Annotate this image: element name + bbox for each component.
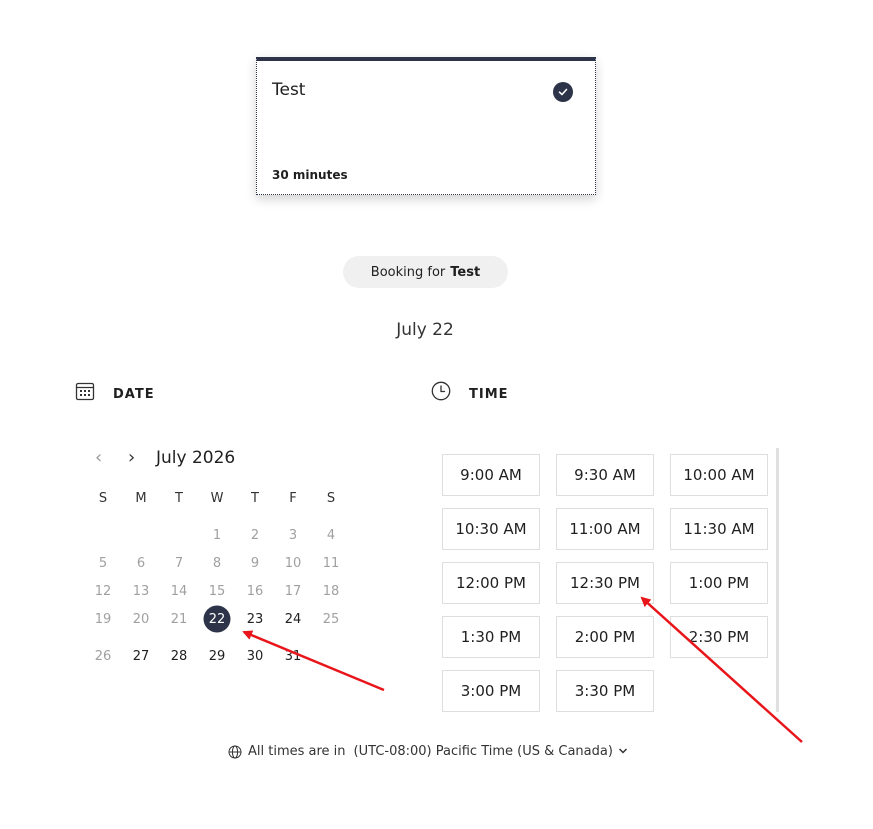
calendar-day: 13 bbox=[132, 583, 150, 599]
calendar-day: 21 bbox=[170, 611, 188, 627]
time-slot-button[interactable]: 9:00 AM bbox=[442, 454, 540, 496]
weekday-header: S bbox=[326, 490, 336, 506]
calendar-day: 26 bbox=[94, 648, 112, 664]
calendar-day: 12 bbox=[94, 583, 112, 599]
calendar-day: 16 bbox=[246, 583, 264, 599]
time-slot-button[interactable]: 1:30 PM bbox=[442, 616, 540, 658]
time-slot-button[interactable]: 1:00 PM bbox=[670, 562, 768, 604]
calendar-day: 15 bbox=[208, 583, 226, 599]
time-section-label: TIME bbox=[469, 387, 509, 402]
calendar-day: 25 bbox=[322, 611, 340, 627]
service-card[interactable]: Test 30 minutes bbox=[256, 57, 596, 195]
calendar-day[interactable]: 31 bbox=[277, 642, 309, 670]
calendar-day: 4 bbox=[326, 527, 336, 543]
weekday-header: S bbox=[98, 490, 108, 506]
service-title: Test bbox=[272, 80, 306, 100]
time-slot-button[interactable]: 11:30 AM bbox=[670, 508, 768, 550]
date-section-label: DATE bbox=[113, 387, 155, 402]
chevron-down-icon bbox=[618, 745, 628, 758]
time-slot-button[interactable]: 12:00 PM bbox=[442, 562, 540, 604]
calendar-day[interactable]: 29 bbox=[201, 642, 233, 670]
next-month-button[interactable]: › bbox=[128, 447, 135, 468]
weekday-header: T bbox=[251, 490, 259, 506]
booking-for-badge: Booking for Test bbox=[343, 256, 508, 288]
time-slot-button[interactable]: 12:30 PM bbox=[556, 562, 654, 604]
calendar-day: 11 bbox=[322, 555, 340, 571]
calendar-day: 10 bbox=[284, 555, 302, 571]
weekday-header: F bbox=[289, 490, 297, 506]
time-slot-button[interactable]: 10:30 AM bbox=[442, 508, 540, 550]
prev-month-button[interactable]: ‹ bbox=[95, 447, 102, 468]
calendar-day: 5 bbox=[98, 555, 108, 571]
calendar-day[interactable]: 28 bbox=[163, 642, 195, 670]
calendar-day[interactable]: 27 bbox=[125, 642, 157, 670]
month-title: July 2026 bbox=[156, 448, 236, 468]
calendar-day[interactable]: 23 bbox=[239, 605, 271, 633]
calendar-icon bbox=[75, 381, 97, 403]
time-slot-button[interactable]: 3:00 PM bbox=[442, 670, 540, 712]
booking-prefix: Booking for bbox=[370, 264, 446, 280]
weekday-header: M bbox=[135, 490, 147, 506]
time-slot-button[interactable]: 3:30 PM bbox=[556, 670, 654, 712]
calendar-day: 17 bbox=[284, 583, 302, 599]
calendar-day[interactable]: 30 bbox=[239, 642, 271, 670]
calendar-day: 19 bbox=[94, 611, 112, 627]
calendar-day: 3 bbox=[288, 527, 298, 543]
booking-service: Test bbox=[450, 264, 481, 280]
calendar-day: 2 bbox=[250, 527, 260, 543]
calendar-day: 6 bbox=[136, 555, 146, 571]
calendar-day: 7 bbox=[174, 555, 184, 571]
calendar-day: 18 bbox=[322, 583, 340, 599]
time-slot-button[interactable]: 2:30 PM bbox=[670, 616, 768, 658]
service-duration: 30 minutes bbox=[272, 168, 348, 182]
calendar-day-selected[interactable]: 22 bbox=[201, 605, 233, 633]
selected-date-heading: July 22 bbox=[396, 320, 454, 340]
timezone-prefix: All times are in bbox=[248, 744, 346, 759]
calendar-day: 14 bbox=[170, 583, 188, 599]
timezone-value: (UTC-08:00) Pacific Time (US & Canada) bbox=[353, 744, 613, 759]
weekday-header: W bbox=[210, 490, 224, 506]
weekday-header: T bbox=[175, 490, 183, 506]
time-slot-button[interactable]: 2:00 PM bbox=[556, 616, 654, 658]
clock-icon bbox=[431, 381, 453, 403]
time-slot-button[interactable]: 9:30 AM bbox=[556, 454, 654, 496]
calendar-day[interactable]: 24 bbox=[277, 605, 309, 633]
calendar-day: 8 bbox=[212, 555, 222, 571]
calendar-day: 20 bbox=[132, 611, 150, 627]
time-slot-scrollbar[interactable] bbox=[776, 448, 779, 712]
globe-icon bbox=[228, 745, 242, 759]
calendar-day: 1 bbox=[212, 527, 222, 543]
check-icon bbox=[553, 82, 573, 102]
time-slot-button[interactable]: 11:00 AM bbox=[556, 508, 654, 550]
timezone-selector[interactable]: All times are in (UTC-08:00) Pacific Tim… bbox=[228, 744, 628, 759]
calendar-day: 9 bbox=[250, 555, 260, 571]
time-slot-button[interactable]: 10:00 AM bbox=[670, 454, 768, 496]
